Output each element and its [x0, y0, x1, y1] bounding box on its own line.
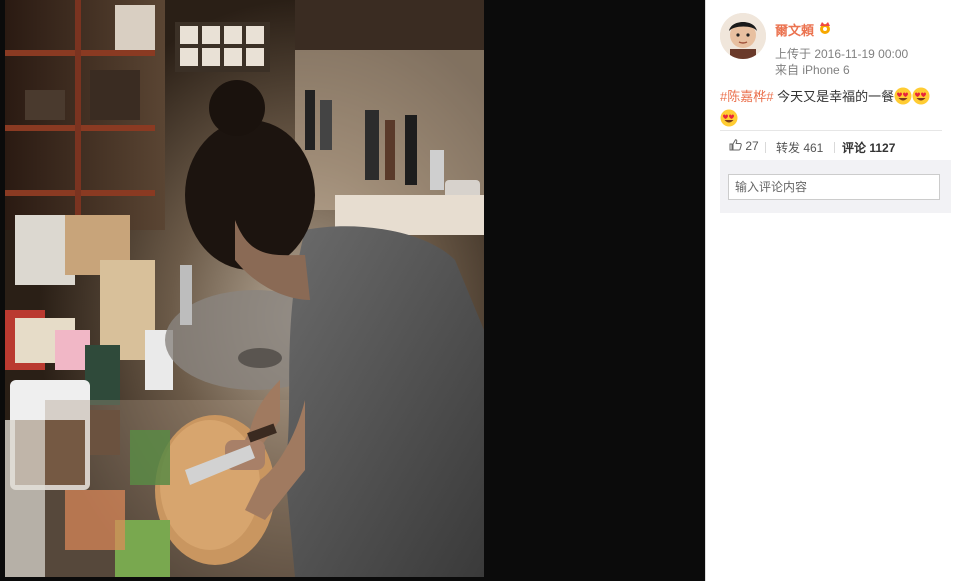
comment-input[interactable]	[728, 174, 940, 200]
comment-label: 评论	[842, 141, 867, 155]
action-divider	[834, 142, 835, 153]
post-body: 今天又是幸福的一餐	[773, 89, 895, 104]
repost-button[interactable]: 转发 461	[776, 139, 823, 156]
comment-box	[720, 160, 951, 213]
heart-eyes-emoji-icon	[894, 87, 912, 105]
user-avatar[interactable]	[720, 13, 766, 59]
post-source: 来自 iPhone 6	[775, 63, 850, 77]
comment-button[interactable]: 评论 1127	[842, 139, 895, 156]
topic-link[interactable]: #陈嘉桦#	[720, 89, 773, 104]
heart-eyes-emoji-icon	[912, 87, 930, 105]
comment-count: 1127	[869, 141, 896, 155]
action-divider	[765, 142, 766, 153]
like-button[interactable]: 27	[729, 139, 759, 153]
heart-eyes-emoji-icon	[720, 109, 738, 127]
vip-crown-icon[interactable]	[818, 21, 832, 34]
post-photo[interactable]	[5, 0, 484, 577]
post-text: #陈嘉桦# 今天又是幸福的一餐	[720, 86, 942, 130]
like-count: 27	[745, 139, 759, 153]
post-actions-bar: 27 转发 461 评论 1127	[720, 130, 942, 159]
upload-time: 上传于 2016-11-19 00:00	[775, 47, 909, 61]
username-link[interactable]: 爾文頼	[775, 20, 814, 39]
post-detail-panel: 爾文頼 上传于 2016-11-19 00:00 来自 iPhone 6 #陈嘉…	[705, 0, 955, 581]
photo-viewer	[0, 0, 705, 581]
thumbs-up-icon	[729, 139, 742, 151]
